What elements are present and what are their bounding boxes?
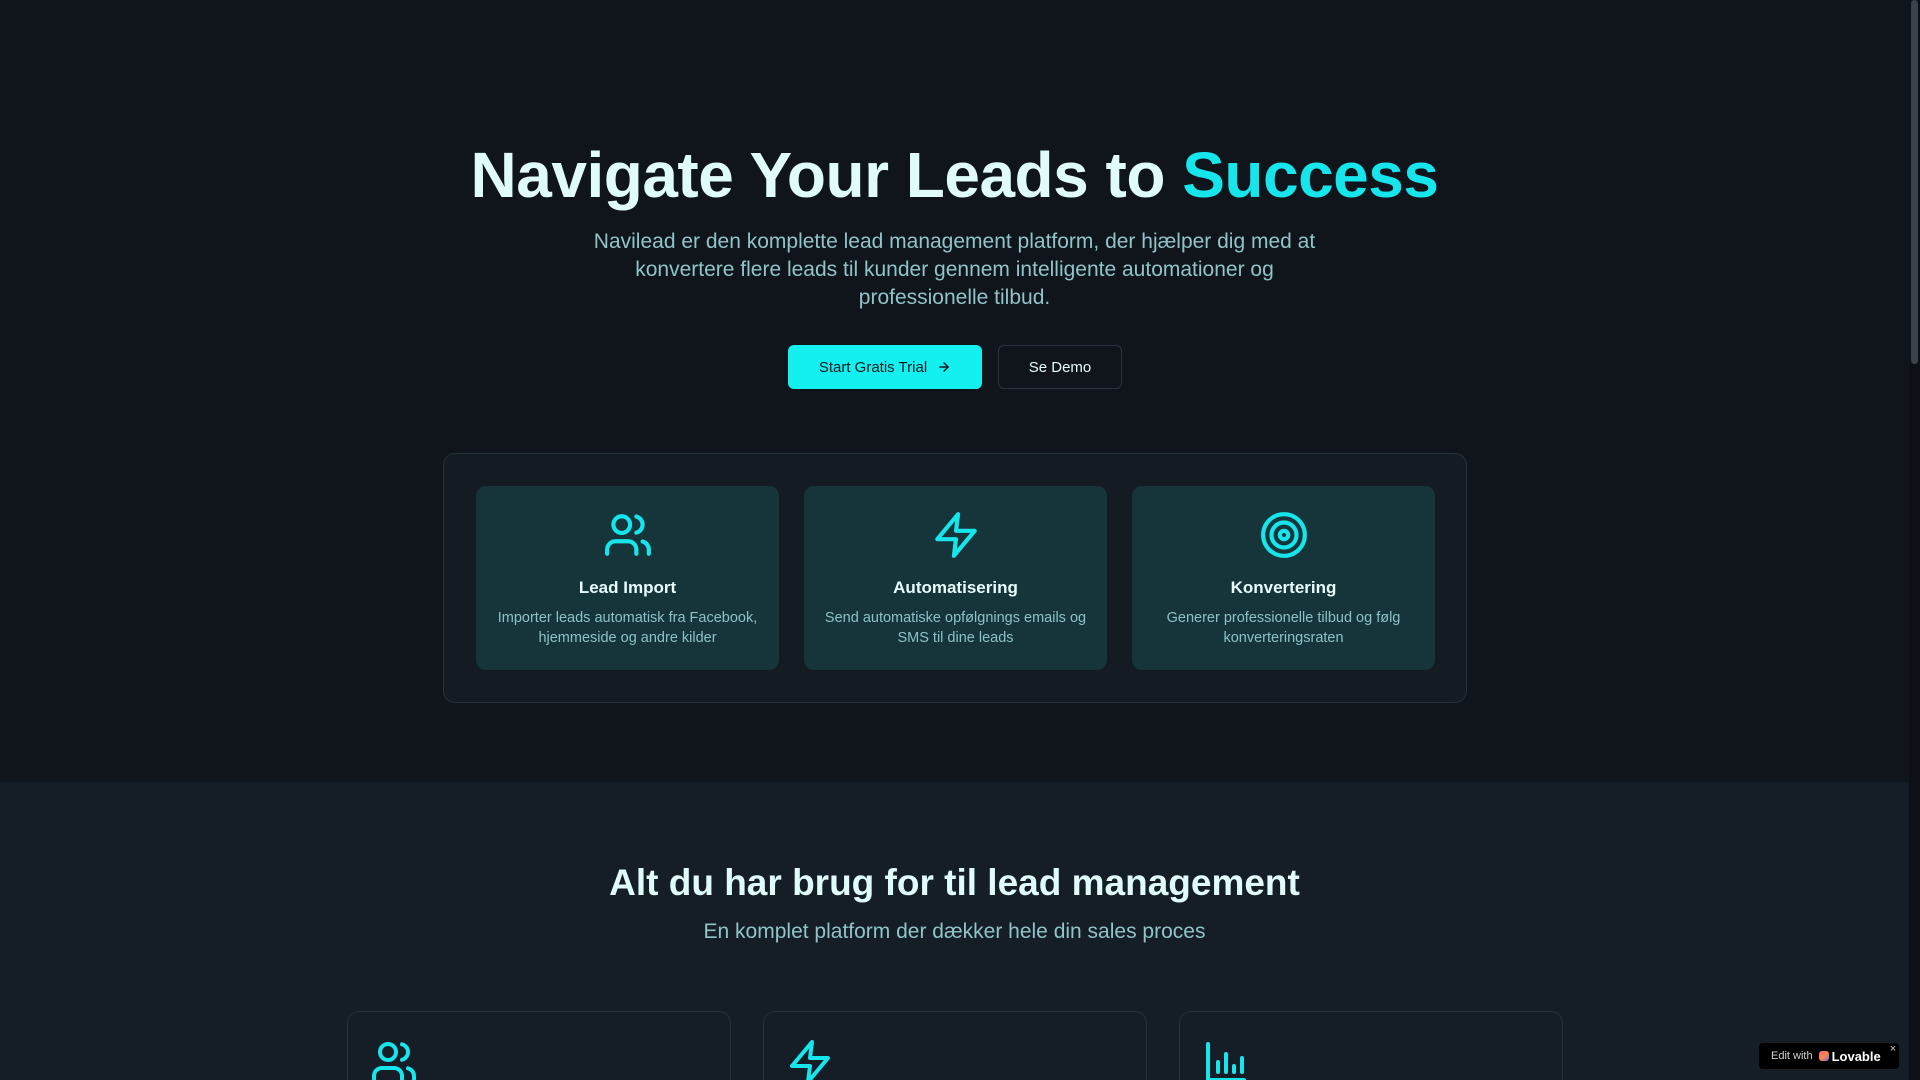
users-icon xyxy=(372,1042,416,1080)
lovable-logo: Lovable xyxy=(1818,1048,1881,1064)
feature-card xyxy=(347,1011,731,1080)
hero-title-accent: Success xyxy=(1182,139,1439,211)
feature-card xyxy=(763,1011,1147,1080)
arrow-right-icon xyxy=(939,362,949,372)
hero-title: Navigate Your Leads to Success xyxy=(0,136,1909,214)
feature-title: Konvertering xyxy=(1230,578,1337,597)
feature-card-konvertering: Konvertering Generer professionelle tilb… xyxy=(1132,486,1435,670)
bar-chart-icon xyxy=(1206,1042,1246,1080)
feature-card-automatisering: Automatisering Send automatiske opfølgni… xyxy=(804,486,1107,670)
lightning-icon xyxy=(790,1040,830,1080)
feature-title: Lead Import xyxy=(578,578,677,597)
badge-brand: Lovable xyxy=(1831,1048,1881,1064)
section-title: Alt du har brug for til lead management xyxy=(609,862,1300,903)
hero-section: Navigate Your Leads to Success Navilead … xyxy=(0,0,1909,782)
hero-title-main: Navigate Your Leads to xyxy=(470,139,1183,211)
close-icon[interactable]: × xyxy=(1888,1044,1898,1055)
scrollbar[interactable] xyxy=(1909,0,1920,1080)
hero-subtitle: Navilead er den komplette lead managemen… xyxy=(593,230,1316,309)
start-trial-label: Start Gratis Trial xyxy=(818,358,928,376)
feature-card-lead-import: Lead Import Importer leads automatisk fr… xyxy=(476,486,779,670)
scrollbar-thumb[interactable] xyxy=(1911,0,1918,364)
feature-title: Automatisering xyxy=(893,578,1018,597)
lovable-heart-icon xyxy=(1818,1051,1829,1061)
feature-panel: Lead Import Importer leads automatisk fr… xyxy=(443,453,1467,703)
feature-description: Send automatiske opfølgnings emails og S… xyxy=(824,610,1087,646)
feature-description: Generer professionelle tilbud og følg ko… xyxy=(1166,610,1401,646)
see-demo-button[interactable]: Se Demo xyxy=(998,345,1122,389)
edit-with-lovable-badge[interactable]: Edit with Lovable xyxy=(1759,1043,1899,1069)
feature-card xyxy=(1179,1011,1563,1080)
section-subtitle: En komplet platform der dækker hele din … xyxy=(703,920,1206,943)
feature-description: Importer leads automatisk fra Facebook, … xyxy=(497,610,758,646)
badge-prefix: Edit with xyxy=(1771,1050,1813,1062)
target-icon xyxy=(1260,512,1307,558)
users-icon xyxy=(604,514,651,556)
start-trial-button[interactable]: Start Gratis Trial xyxy=(788,345,982,389)
page: Navigate Your Leads to Success Navilead … xyxy=(0,0,1909,1080)
features-section: Alt du har brug for til lead management … xyxy=(0,782,1909,1080)
lightning-icon xyxy=(934,512,977,558)
